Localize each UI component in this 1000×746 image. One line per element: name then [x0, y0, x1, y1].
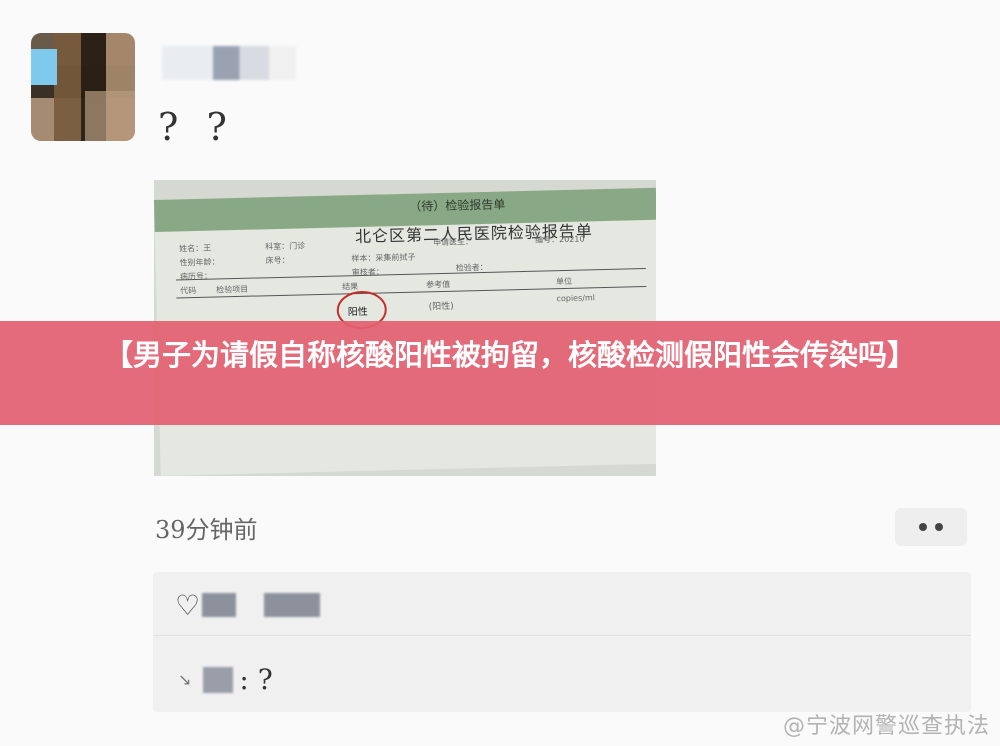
- heart-icon[interactable]: ♡: [175, 589, 200, 622]
- report-fine-text: 病历号：: [179, 271, 212, 282]
- comment-text: : ?: [239, 663, 273, 696]
- headline-text: 【男子为请假自称核酸阳性被拘留，核酸检测假阳性会传染吗】: [103, 338, 916, 372]
- report-fine-text: copies/ml: [556, 293, 596, 304]
- post-text: ? ?: [158, 105, 235, 149]
- comment-section: ♡ ↘ : ?: [153, 572, 971, 712]
- post-timestamp: 39分钟前: [155, 516, 258, 544]
- report-fine-text: 审核者：: [351, 267, 384, 278]
- weibo-watermark: @宁波网警巡查执法: [782, 714, 990, 739]
- comment-bullet-icon: ↘: [178, 670, 192, 689]
- report-fine-text: 科室：门诊: [265, 241, 306, 252]
- report-fine-text: 床号：: [265, 255, 290, 266]
- report-result-value: (阳性): [428, 301, 454, 313]
- report-fine-text: 参考值: [426, 279, 451, 290]
- liker-name-blurred[interactable]: [202, 593, 237, 617]
- report-fine-text: 编号：20210: [534, 234, 585, 245]
- report-fine-text: 检验项目: [216, 284, 249, 295]
- report-header-partial: （待）检验报告单: [409, 197, 506, 214]
- comment-divider: [153, 635, 971, 636]
- report-fine-text: 单位: [556, 276, 573, 287]
- report-fine-text: 样本：采集前拭子: [351, 252, 416, 264]
- report-fine-text: 性别年龄：: [179, 257, 220, 268]
- more-dot-icon: [919, 523, 927, 531]
- report-result-positive: 阳性: [347, 306, 368, 319]
- avatar[interactable]: [31, 33, 135, 141]
- more-dot-icon: [935, 523, 943, 531]
- comment-item[interactable]: ↘ : ?: [178, 663, 273, 696]
- username-blurred[interactable]: [162, 46, 296, 80]
- likes-row[interactable]: ♡: [175, 588, 321, 622]
- weibo-post: ? ? （待）检验报告单 北仑区第二人民医院检验报告单 姓名：王 性别年龄： 病…: [0, 0, 1000, 746]
- more-options-button[interactable]: [895, 508, 967, 546]
- report-fine-text: 姓名：王: [179, 243, 212, 254]
- liker-name-blurred[interactable]: [264, 593, 321, 617]
- commenter-name-blurred[interactable]: [203, 666, 234, 693]
- report-fine-text: 申请医生：: [433, 237, 474, 248]
- report-fine-text: 代码: [180, 285, 197, 296]
- report-rule: [175, 268, 646, 281]
